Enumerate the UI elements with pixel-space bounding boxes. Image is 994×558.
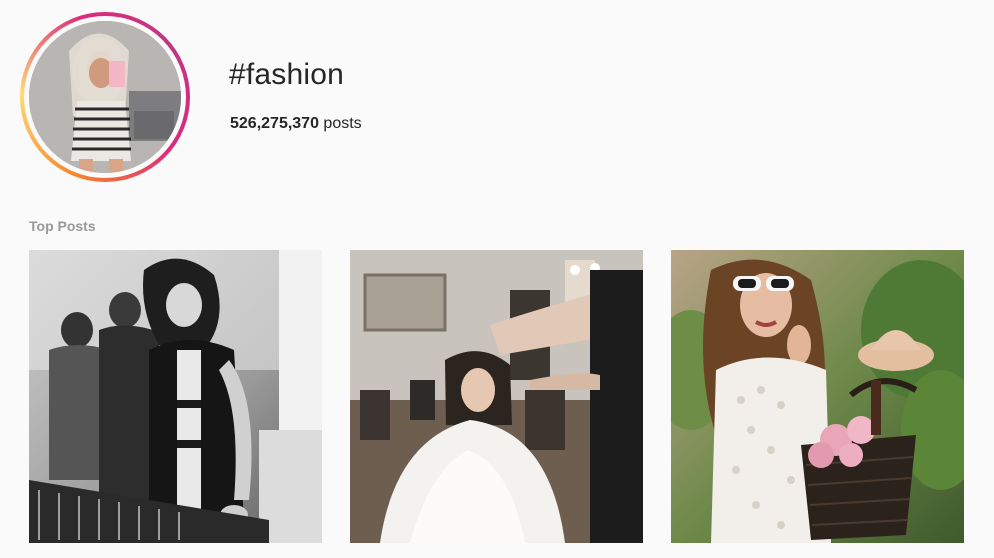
profile-photo-icon <box>29 21 181 173</box>
post-tile-1[interactable] <box>29 250 322 543</box>
post-count-suffix: posts <box>318 115 362 132</box>
top-posts-heading: Top Posts <box>29 218 96 234</box>
post-count-number: 526,275,370 <box>230 115 319 132</box>
photo-bw-studio-icon <box>29 250 322 543</box>
top-posts-grid <box>29 250 964 543</box>
hashtag-avatar-ring <box>20 12 190 182</box>
post-tile-3[interactable] <box>671 250 964 543</box>
photo-hair-salon-icon <box>350 250 643 543</box>
photo-sunglasses-basket-icon <box>671 250 964 543</box>
post-count: 526,275,370 posts <box>230 115 362 133</box>
hashtag-title: #fashion <box>229 58 345 91</box>
hashtag-avatar <box>29 21 181 173</box>
post-tile-2[interactable] <box>350 250 643 543</box>
